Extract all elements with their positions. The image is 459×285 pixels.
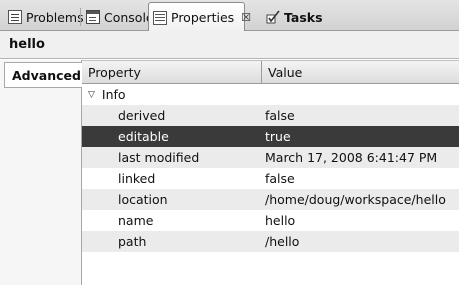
tab-properties[interactable]: Properties ☒ — [148, 2, 251, 32]
column-header-value-label: Value — [268, 65, 303, 80]
property-name: location — [118, 192, 168, 207]
tab-separator — [80, 8, 81, 26]
property-name: linked — [118, 171, 156, 186]
tab-tasks[interactable]: Tasks — [262, 3, 323, 31]
tab-console-label: Console — [104, 9, 154, 25]
tab-problems[interactable]: Problems — [4, 3, 84, 31]
property-table: Property Value ▽ Info derived false edit… — [82, 60, 459, 285]
view-tab-bar: Problems Console Properties ☒ Tasks — [0, 0, 459, 32]
property-name: path — [118, 234, 147, 249]
table-header: Property Value — [82, 60, 459, 84]
column-header-property-label: Property — [88, 65, 141, 80]
property-value: false — [265, 171, 295, 186]
tab-advanced-label: Advanced — [12, 67, 81, 83]
property-value: true — [265, 129, 291, 144]
page-title: hello — [0, 31, 459, 59]
table-row[interactable]: name hello — [82, 210, 459, 231]
column-header-property[interactable]: Property — [82, 61, 262, 84]
page-title-text: hello — [9, 37, 45, 52]
properties-icon — [153, 10, 167, 25]
property-value: false — [265, 108, 295, 123]
property-name: derived — [118, 108, 166, 123]
property-name: last modified — [118, 150, 200, 165]
section-tab-list: Advanced — [0, 60, 82, 285]
collapse-triangle-icon[interactable]: ▽ — [88, 90, 95, 100]
tab-console[interactable]: Console — [82, 3, 154, 31]
problems-icon — [8, 10, 22, 24]
column-header-value[interactable]: Value — [262, 61, 459, 84]
property-name: editable — [118, 129, 169, 144]
tab-advanced[interactable]: Advanced — [4, 62, 82, 88]
table-row[interactable]: derived false — [82, 105, 459, 126]
table-row[interactable]: last modified March 17, 2008 6:41:47 PM — [82, 147, 459, 168]
console-icon — [86, 10, 100, 24]
tasks-icon — [266, 10, 280, 24]
table-row-selected[interactable]: editable true — [82, 126, 459, 147]
property-value: /home/doug/workspace/hello — [265, 192, 446, 207]
table-row[interactable]: path /hello — [82, 231, 459, 252]
group-label: Info — [101, 87, 126, 102]
property-value: March 17, 2008 6:41:47 PM — [265, 150, 438, 165]
tab-properties-label: Properties — [171, 10, 235, 25]
tab-tasks-label: Tasks — [284, 9, 323, 25]
property-value: /hello — [265, 234, 300, 249]
group-row-info[interactable]: ▽ Info — [82, 84, 459, 105]
property-value: hello — [265, 213, 296, 228]
tab-problems-label: Problems — [26, 9, 84, 25]
table-row[interactable]: linked false — [82, 168, 459, 189]
close-icon[interactable]: ☒ — [241, 11, 251, 24]
property-name: name — [118, 213, 154, 228]
table-row[interactable]: location /home/doug/workspace/hello — [82, 189, 459, 210]
